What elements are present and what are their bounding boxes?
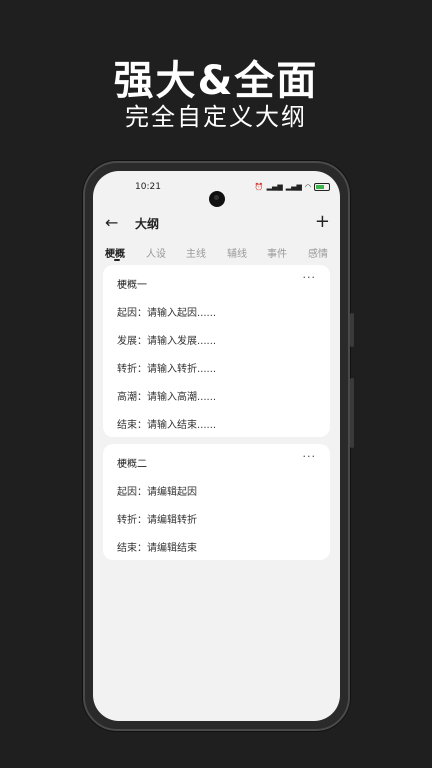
promo-subhead: 完全自定义大纲: [125, 103, 307, 131]
tab-synopsis[interactable]: 梗概: [105, 245, 125, 260]
signal-icon: ▂▄▆: [266, 183, 283, 191]
outline-row[interactable]: 发展：请输入发展......: [117, 332, 216, 347]
tab-characters[interactable]: 人设: [146, 245, 166, 260]
outline-row[interactable]: 转折：请编辑转折: [117, 511, 197, 526]
alarm-icon: ⏰: [254, 183, 264, 191]
signal-icon: ▂▄▆: [285, 183, 302, 191]
app-bar: ← 大纲 +: [93, 211, 340, 235]
phone-side-button: [350, 378, 354, 448]
wifi-icon: ◠: [304, 183, 311, 191]
outline-row[interactable]: 高潮：请输入高潮......: [117, 388, 216, 403]
more-icon[interactable]: ···: [303, 450, 317, 463]
phone-frame: 10:21 ⏰ ▂▄▆ ▂▄▆ ◠ ← 大纲 + 梗概 人设 主线 辅线 事件 …: [83, 161, 354, 731]
outline-card[interactable]: 梗概二 ··· 起因：请编辑起因 转折：请编辑转折 结束：请编辑结束: [103, 444, 330, 560]
plus-icon[interactable]: +: [315, 211, 330, 232]
tab-indicator: [114, 259, 120, 261]
status-time: 10:21: [135, 182, 161, 192]
tab-main-plot[interactable]: 主线: [186, 245, 206, 260]
page-title: 大纲: [135, 217, 160, 231]
outline-row[interactable]: 结束：请输入结束......: [117, 416, 216, 431]
front-camera: [209, 191, 225, 207]
tab-events[interactable]: 事件: [267, 245, 287, 260]
tab-bar: 梗概 人设 主线 辅线 事件 感情: [93, 245, 340, 265]
outline-row[interactable]: 转折：请输入转折......: [117, 360, 216, 375]
status-bar: 10:21 ⏰ ▂▄▆ ▂▄▆ ◠: [93, 181, 340, 207]
tab-romance[interactable]: 感情: [308, 245, 328, 260]
card-title: 梗概一: [117, 280, 147, 291]
outline-row[interactable]: 起因：请输入起因......: [117, 304, 216, 319]
more-icon[interactable]: ···: [303, 271, 317, 284]
battery-icon: [314, 183, 330, 191]
outline-card[interactable]: 梗概一 ··· 起因：请输入起因...... 发展：请输入发展...... 转折…: [103, 265, 330, 437]
tab-sub-plot[interactable]: 辅线: [227, 245, 247, 260]
outline-row[interactable]: 起因：请编辑起因: [117, 483, 197, 498]
phone-side-button: [350, 313, 354, 347]
arrow-left-icon[interactable]: ←: [105, 213, 118, 232]
outline-row[interactable]: 结束：请编辑结束: [117, 539, 197, 554]
status-icons: ⏰ ▂▄▆ ▂▄▆ ◠: [255, 183, 330, 191]
card-title: 梗概二: [117, 459, 147, 470]
app-screen: 10:21 ⏰ ▂▄▆ ▂▄▆ ◠ ← 大纲 + 梗概 人设 主线 辅线 事件 …: [93, 171, 340, 721]
